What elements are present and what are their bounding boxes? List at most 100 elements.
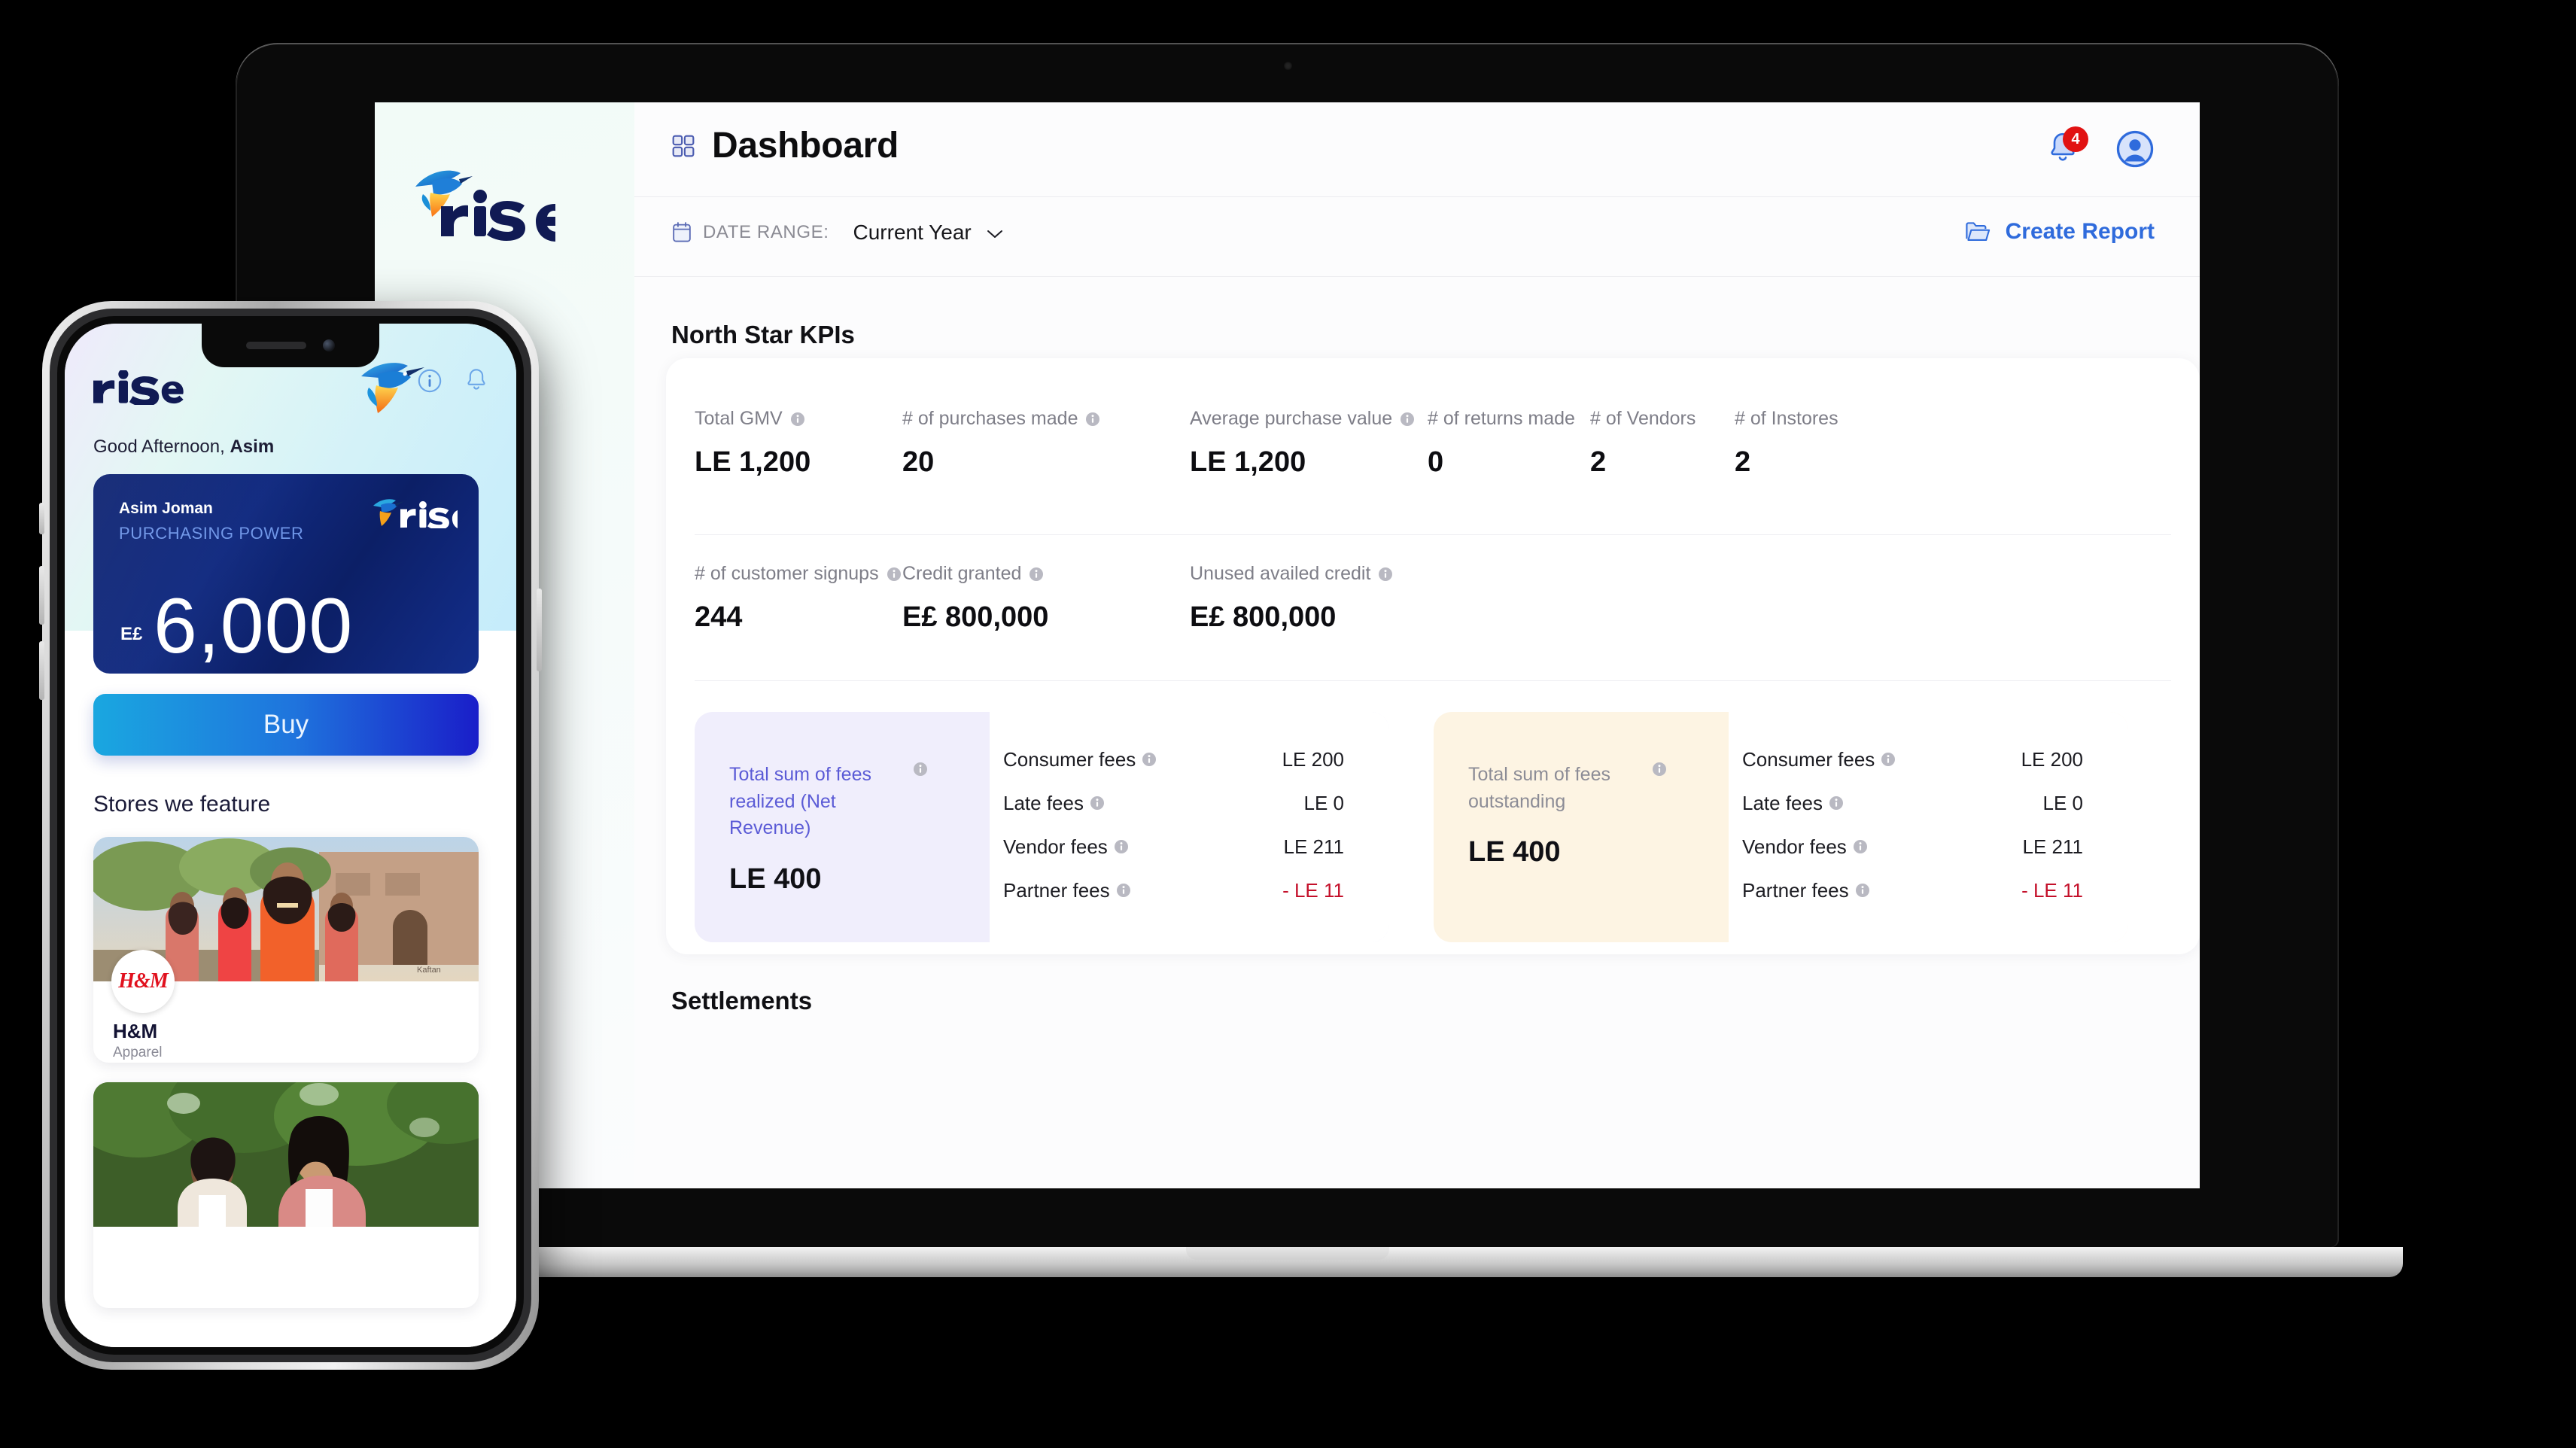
folder-open-icon	[1965, 222, 1990, 241]
info-icon[interactable]	[1142, 752, 1157, 767]
fee-name-text: Late fees	[1742, 791, 1823, 814]
kpi-label: Credit granted	[902, 563, 1048, 585]
store-card-second[interactable]	[93, 1082, 479, 1308]
fee-card-lines: Consumer fees LE 200 Late fees LE 0 Vendor f…	[990, 712, 1389, 942]
kpi-label-text: Average purchase value	[1190, 408, 1393, 429]
info-icon[interactable]	[1029, 567, 1044, 582]
fee-amount: LE 211	[2022, 835, 2083, 858]
create-report-button[interactable]: Create Report	[1965, 219, 2155, 245]
topbar-divider	[634, 196, 2200, 197]
store-card-hm[interactable]: Kaftan H&M H&M Apparel	[93, 837, 479, 1063]
buy-button[interactable]: Buy	[93, 694, 479, 756]
kpi-label: # of customer signups	[695, 563, 902, 585]
kpi-item: Credit granted E£ 800,000	[902, 563, 1048, 634]
info-icon[interactable]	[1652, 762, 1667, 777]
info-icon[interactable]	[1400, 412, 1415, 427]
info-icon[interactable]	[1853, 839, 1868, 854]
card-subtitle: PURCHASING POWER	[119, 524, 304, 543]
info-icon[interactable]	[1855, 883, 1870, 898]
filter-bar: DATE RANGE: Current Year Create Report	[634, 198, 2200, 277]
info-icon[interactable]	[887, 567, 902, 582]
kpi-value: 2	[1735, 446, 1751, 478]
date-range-value-text: Current Year	[853, 221, 972, 244]
fee-card-total: LE 400	[729, 862, 822, 895]
fee-name: Partner fees	[1003, 879, 1131, 902]
kpi-label-text: Total GMV	[695, 408, 783, 429]
fee-line: Late fees LE 0	[1003, 781, 1344, 825]
greeting-name: Asim	[230, 437, 275, 457]
create-report-label: Create Report	[2005, 219, 2155, 244]
info-icon[interactable]	[1378, 567, 1393, 582]
store-category: Apparel	[113, 1045, 163, 1060]
info-icon[interactable]	[1881, 752, 1896, 767]
fee-line: Consumer fees LE 200	[1003, 738, 1344, 781]
info-icon[interactable]	[1114, 839, 1129, 854]
fee-amount: - LE 11	[1282, 878, 1344, 902]
info-icon[interactable]	[913, 762, 928, 777]
phone-notch	[202, 324, 379, 367]
fee-line: Partner fees - LE 11	[1742, 868, 2083, 912]
topbar-actions: 4	[2046, 126, 2155, 169]
fee-amount: LE 200	[2021, 747, 2083, 771]
fee-card-title-text: Total sum of fees realized (Net Revenue)	[729, 764, 871, 838]
fee-card-title-text: Total sum of fees outstanding	[1468, 764, 1610, 812]
fee-amount: LE 200	[1282, 747, 1344, 771]
fee-name: Vendor fees	[1742, 835, 1868, 859]
info-icon[interactable]	[790, 412, 805, 427]
kpi-item: Unused availed credit E£ 800,000	[1190, 563, 1393, 634]
kpi-value: 2	[1590, 446, 1607, 478]
phone-volume-up-button[interactable]	[39, 566, 44, 625]
kpi-label-text: # of Instores	[1735, 408, 1838, 429]
date-range-filter[interactable]: DATE RANGE: Current Year	[671, 221, 1003, 245]
kpi-label-text: # of purchases made	[902, 408, 1078, 429]
fee-card-title: Total sum of fees outstanding	[1468, 762, 1729, 815]
kpi-item: # of Vendors 2	[1590, 408, 1696, 479]
fee-name-text: Consumer fees	[1742, 747, 1875, 771]
info-icon[interactable]	[1116, 883, 1131, 898]
info-icon[interactable]	[1829, 795, 1844, 811]
kpi-item: # of purchases made 20	[902, 408, 1100, 479]
fee-amount: LE 211	[1283, 835, 1344, 858]
kpi-value: LE 1,200	[695, 446, 811, 478]
kpi-label: # of Vendors	[1590, 408, 1696, 430]
date-range-value[interactable]: Current Year	[853, 221, 1003, 245]
greeting-prefix: Good Afternoon,	[93, 437, 230, 457]
phone-screen: Good Afternoon, Asim Asim Joman PURCHASI…	[65, 324, 516, 1347]
kpi-label-text: # of customer signups	[695, 563, 879, 584]
info-icon[interactable]	[1090, 795, 1105, 811]
fee-name: Late fees	[1742, 792, 1844, 815]
phone-mute-switch[interactable]	[39, 503, 44, 534]
fee-card-summary: Total sum of fees realized (Net Revenue)…	[695, 712, 990, 942]
kpi-value: 20	[902, 446, 935, 478]
fee-card-realized: Total sum of fees realized (Net Revenue)…	[695, 712, 1389, 942]
bell-icon[interactable]	[464, 367, 489, 394]
user-avatar-icon[interactable]	[2115, 129, 2155, 169]
info-circle-icon[interactable]	[417, 368, 443, 394]
rise-logo[interactable]	[405, 161, 573, 244]
store-logo: H&M	[111, 950, 175, 1013]
fee-name: Consumer fees	[1742, 748, 1896, 771]
laptop-camera-icon	[1283, 62, 1292, 70]
phone-volume-down-button[interactable]	[39, 641, 44, 700]
fee-card-outstanding: Total sum of fees outstanding LE 400 Consu…	[1434, 712, 2128, 942]
notifications-button[interactable]: 4	[2046, 126, 2088, 167]
fee-line: Late fees LE 0	[1742, 781, 2083, 825]
store-name: H&M	[113, 1020, 158, 1042]
purchasing-power-card[interactable]: Asim Joman PURCHASING POWER E£ 6,000	[93, 474, 479, 674]
kpi-item: # of Instores 2	[1735, 408, 1838, 479]
stores-section-title: Stores we feature	[93, 792, 271, 817]
kpi-value: E£ 800,000	[902, 601, 1049, 633]
phone-greeting: Good Afternoon, Asim	[93, 437, 274, 458]
store-photo-caption: Kaftan	[417, 966, 441, 975]
card-rise-logo	[370, 495, 473, 530]
phone-power-button[interactable]	[537, 589, 542, 671]
fee-name: Vendor fees	[1003, 835, 1129, 859]
fee-card-lines: Consumer fees LE 200 Late fees LE 0 Vendor f…	[1729, 712, 2128, 942]
phone-speaker-icon	[246, 342, 306, 349]
fee-name-text: Vendor fees	[1742, 835, 1847, 858]
fee-amount: LE 0	[1303, 791, 1345, 814]
kpi-item: Total GMV LE 1,200	[695, 408, 811, 479]
info-icon[interactable]	[1085, 412, 1100, 427]
app-topbar: Dashboard 4	[634, 102, 2200, 197]
fee-card-total: LE 400	[1468, 836, 1561, 868]
